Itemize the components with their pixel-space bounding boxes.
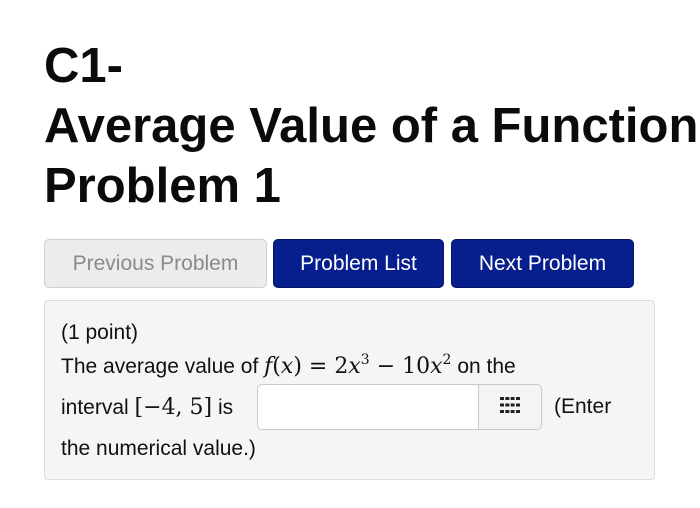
answer-input[interactable]	[257, 384, 479, 430]
problem-panel: (1 point) The average value of f(x) = 2x…	[44, 300, 655, 480]
interval-suffix: is	[217, 396, 234, 419]
page-title: C1- Average Value of a Function Problem …	[44, 36, 698, 216]
page: C1- Average Value of a Function Problem …	[0, 0, 700, 508]
title-line-2: Average Value of a Function	[44, 99, 699, 153]
enter-note-part-1: (Enter	[554, 395, 612, 418]
equation-palette-button[interactable]	[478, 384, 542, 430]
previous-problem-button[interactable]: Previous Problem	[44, 239, 267, 288]
interval-expression: [−4, 5]	[134, 395, 213, 420]
grid-icon	[500, 396, 520, 418]
next-problem-button[interactable]: Next Problem	[451, 239, 634, 288]
title-line-1: C1-	[44, 39, 123, 93]
function-expression: f(x) = 2x3 − 10x2	[264, 352, 452, 379]
problem-list-button[interactable]: Problem List	[273, 239, 444, 288]
points-label: (1 point)	[61, 321, 139, 344]
statement-text-before: The average value of	[61, 355, 259, 378]
enter-note-part-2: the numerical value.)	[61, 437, 256, 460]
problem-statement-line-1: The average value of f(x) = 2x3 − 10x2 o…	[61, 352, 516, 379]
problem-statement-line-2: interval [−4, 5] is	[61, 395, 233, 420]
interval-prefix: interval	[61, 396, 129, 419]
title-line-3: Problem 1	[44, 159, 281, 213]
statement-text-after: on the	[457, 355, 516, 378]
